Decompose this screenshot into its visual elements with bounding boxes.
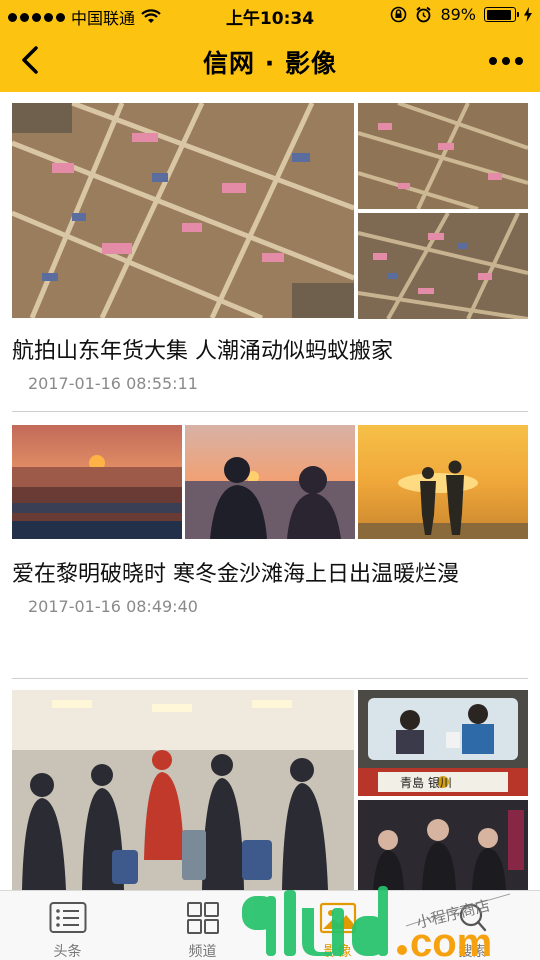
wifi-icon bbox=[141, 9, 161, 23]
carrier-name: 中国联通 bbox=[71, 9, 136, 28]
aerial-market-photo[interactable] bbox=[358, 213, 528, 319]
chevron-left-icon bbox=[22, 46, 38, 74]
tab-bar: 头条 频道 影像 搜索 bbox=[0, 890, 540, 960]
crowd-photo[interactable] bbox=[358, 800, 528, 890]
top-bar: 中国联通 上午10:34 89% 信网 · 影像 bbox=[0, 0, 540, 92]
tab-headlines[interactable]: 头条 bbox=[0, 891, 135, 960]
sunrise-sea-photo[interactable] bbox=[12, 425, 182, 539]
tab-label: 频道 bbox=[188, 944, 217, 960]
status-bar: 中国联通 上午10:34 89% bbox=[0, 0, 540, 30]
grid-icon bbox=[187, 902, 219, 934]
article-item[interactable]: 航拍山东年货大集 人潮涌动似蚂蚁搬家 2017-01-16 08:55:11 bbox=[12, 330, 528, 393]
tab-channels[interactable]: 频道 bbox=[135, 891, 270, 960]
news-list-icon bbox=[49, 902, 87, 933]
image-icon bbox=[319, 902, 357, 934]
aerial-market-photo[interactable] bbox=[358, 103, 528, 209]
battery-percent: 89% bbox=[440, 5, 476, 24]
charging-icon bbox=[524, 7, 532, 22]
search-icon bbox=[459, 903, 487, 932]
article-title: 航拍山东年货大集 人潮涌动似蚂蚁搬家 bbox=[12, 339, 393, 364]
page-title: 信网 · 影像 bbox=[203, 49, 337, 78]
divider bbox=[12, 411, 528, 412]
tab-search[interactable]: 搜索 bbox=[405, 891, 540, 960]
station-sign-text: 青島 银川 bbox=[400, 775, 452, 790]
navigation-bar: 信网 · 影像 bbox=[0, 30, 540, 92]
article-feed[interactable]: 航拍山东年货大集 人潮涌动似蚂蚁搬家 2017-01-16 08:55:11 爱… bbox=[0, 92, 540, 890]
divider bbox=[12, 678, 528, 679]
article-time: 2017-01-16 08:55:11 bbox=[28, 374, 198, 393]
more-button[interactable] bbox=[484, 44, 528, 78]
back-button[interactable] bbox=[10, 40, 50, 80]
article-time: 2017-01-16 08:49:40 bbox=[28, 597, 198, 616]
article-item[interactable]: 爱在黎明破晓时 寒冬金沙滩海上日出温暖烂漫 2017-01-16 08:49:4… bbox=[12, 553, 528, 616]
railway-station-crowd-photo[interactable] bbox=[12, 690, 354, 890]
alarm-icon bbox=[416, 6, 432, 23]
article-title: 爱在黎明破晓时 寒冬金沙滩海上日出温暖烂漫 bbox=[12, 562, 459, 587]
rotation-lock-icon bbox=[391, 6, 407, 23]
couple-beach-photo[interactable] bbox=[358, 425, 528, 539]
tab-label: 影像 bbox=[323, 944, 352, 960]
signal-dots-icon bbox=[8, 12, 65, 22]
aerial-market-photo[interactable] bbox=[12, 103, 354, 318]
tab-label: 搜索 bbox=[458, 944, 487, 960]
more-dots-icon bbox=[489, 57, 523, 65]
tab-label: 头条 bbox=[53, 944, 82, 960]
battery-icon bbox=[484, 7, 519, 22]
tab-images[interactable]: 影像 bbox=[270, 891, 405, 960]
couple-silhouette-photo[interactable] bbox=[185, 425, 355, 539]
train-window-photo[interactable]: 青島 银川 bbox=[358, 690, 528, 796]
